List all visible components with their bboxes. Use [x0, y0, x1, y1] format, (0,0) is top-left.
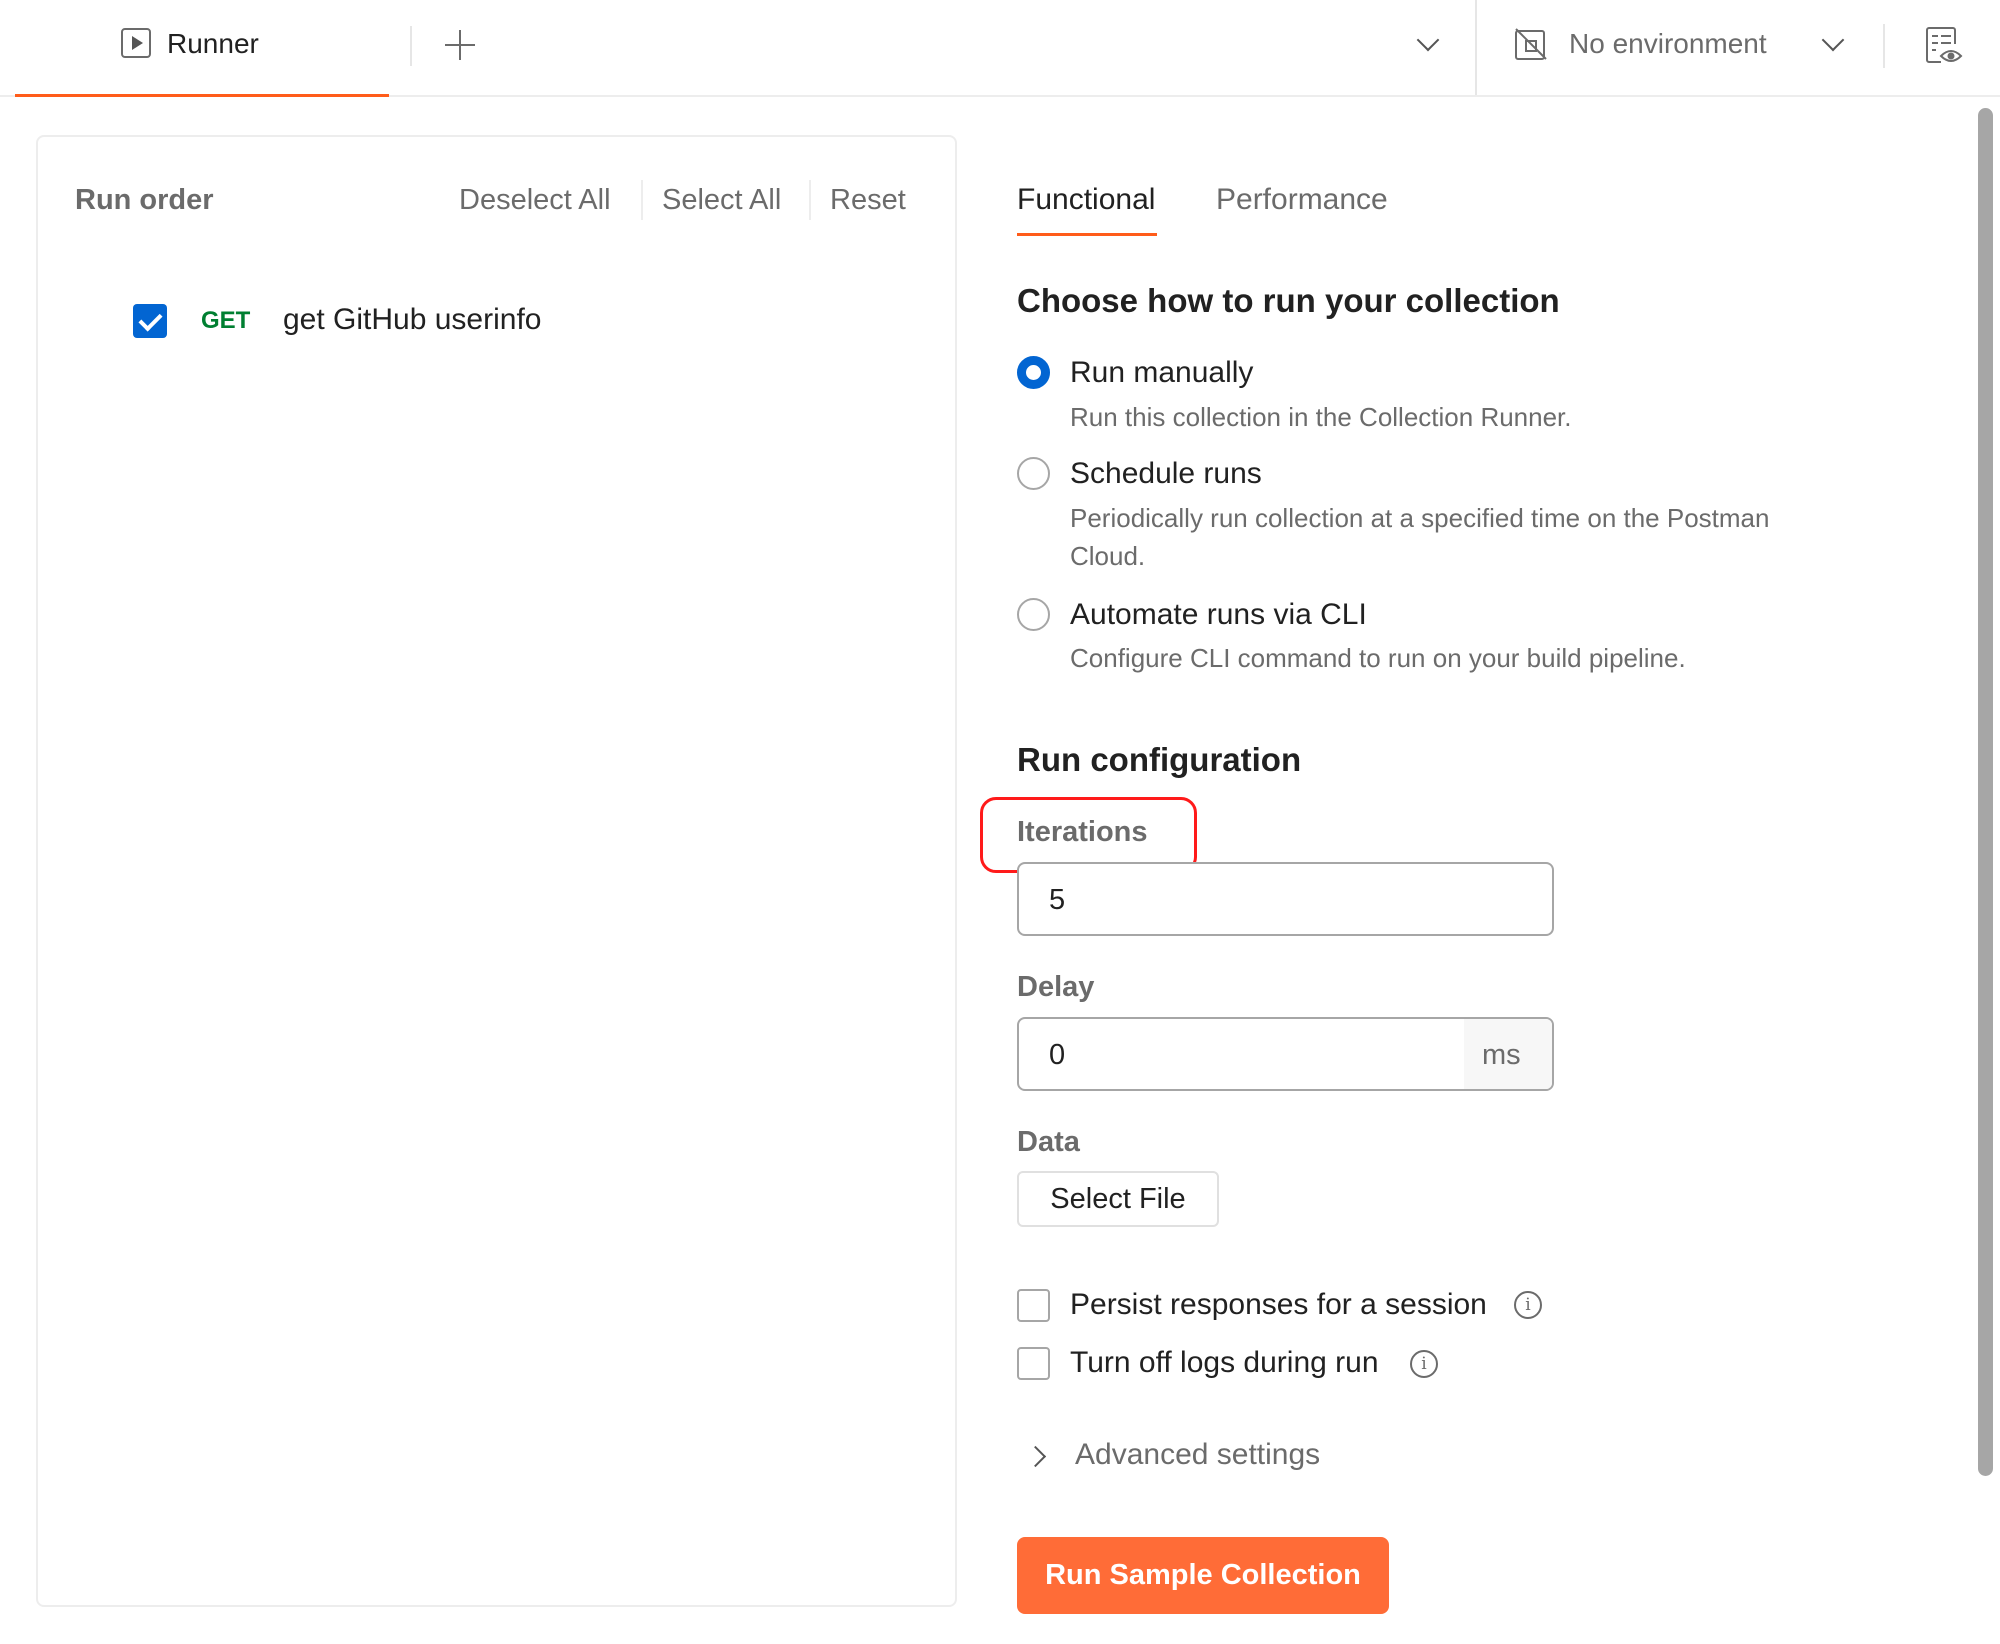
- select-file-button[interactable]: Select File: [1017, 1171, 1219, 1227]
- turn-off-logs-label[interactable]: Turn off logs during run: [1070, 1345, 1379, 1381]
- tab-functional[interactable]: Functional: [1017, 182, 1155, 218]
- schedule-runs-description-line2: Cloud.: [1070, 541, 1146, 571]
- automate-cli-label[interactable]: Automate runs via CLI: [1070, 597, 1367, 633]
- request-checkbox[interactable]: [133, 304, 167, 338]
- no-environment-icon: [1514, 27, 1548, 61]
- info-icon[interactable]: i: [1514, 1291, 1542, 1319]
- chevron-down-icon[interactable]: [1416, 28, 1440, 52]
- reset-button[interactable]: Reset: [830, 183, 906, 217]
- schedule-runs-label[interactable]: Schedule runs: [1070, 456, 1262, 492]
- functional-tab-underline: [1017, 233, 1157, 236]
- tab-performance[interactable]: Performance: [1216, 182, 1388, 218]
- persist-responses-checkbox[interactable]: [1017, 1289, 1050, 1322]
- environment-quick-look-icon[interactable]: [1925, 26, 1963, 66]
- action-divider: [641, 180, 643, 220]
- run-manually-label[interactable]: Run manually: [1070, 355, 1253, 391]
- advanced-settings-toggle[interactable]: Advanced settings: [1075, 1437, 1320, 1473]
- deselect-all-button[interactable]: Deselect All: [459, 183, 611, 217]
- info-icon[interactable]: i: [1410, 1350, 1438, 1378]
- header-divider: [1475, 0, 1477, 95]
- active-tab-underline: [15, 94, 389, 97]
- delay-unit-addon: ms: [1464, 1019, 1552, 1089]
- iterations-input[interactable]: 5: [1017, 862, 1554, 936]
- run-mode-heading: Choose how to run your collection: [1017, 282, 1560, 319]
- environment-selector[interactable]: No environment: [1569, 28, 1767, 60]
- top-bar: Runner No environment: [0, 0, 2000, 97]
- radio-run-manually[interactable]: [1017, 356, 1050, 389]
- environment-chevron-down-icon[interactable]: [1821, 28, 1845, 52]
- persist-responses-label[interactable]: Persist responses for a session: [1070, 1287, 1487, 1323]
- turn-off-logs-checkbox[interactable]: [1017, 1347, 1050, 1380]
- schedule-runs-description-line1: Periodically run collection at a specifi…: [1070, 503, 1770, 533]
- chevron-right-icon[interactable]: [1024, 1445, 1047, 1468]
- delay-unit: ms: [1482, 1039, 1521, 1071]
- play-square-icon: [121, 28, 151, 58]
- tab-divider: [410, 26, 412, 66]
- select-all-button[interactable]: Select All: [662, 183, 781, 217]
- radio-automate-cli[interactable]: [1017, 598, 1050, 631]
- run-order-panel: [36, 135, 957, 1607]
- data-label: Data: [1017, 1126, 1080, 1158]
- request-name: get GitHub userinfo: [283, 303, 542, 336]
- delay-value: 0: [1049, 1039, 1066, 1071]
- header-divider-right: [1883, 24, 1885, 68]
- run-configuration-heading: Run configuration: [1017, 741, 1302, 778]
- new-tab-button[interactable]: [443, 28, 477, 62]
- tab-runner-label: Runner: [167, 28, 259, 59]
- run-manually-description: Run this collection in the Collection Ru…: [1070, 402, 1572, 432]
- iterations-value: 5: [1049, 884, 1066, 916]
- action-divider: [809, 180, 811, 220]
- method-badge: GET: [201, 307, 251, 334]
- delay-label: Delay: [1017, 971, 1095, 1003]
- radio-schedule-runs[interactable]: [1017, 457, 1050, 490]
- automate-cli-description: Configure CLI command to run on your bui…: [1070, 643, 1686, 673]
- run-order-title: Run order: [75, 184, 214, 216]
- delay-input[interactable]: 0 ms: [1017, 1017, 1554, 1091]
- run-collection-button[interactable]: Run Sample Collection: [1017, 1537, 1389, 1614]
- scrollbar-thumb[interactable]: [1978, 108, 1993, 1476]
